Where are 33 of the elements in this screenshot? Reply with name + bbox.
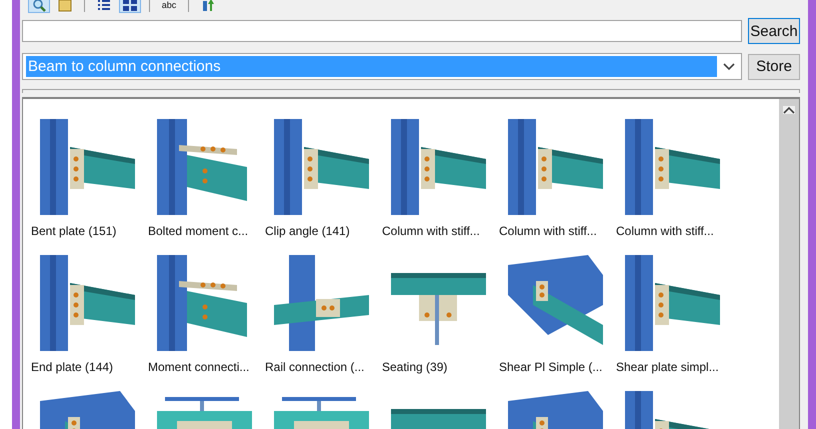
list-view-icon <box>96 0 112 13</box>
beam-column-connection-drawing[interactable] <box>40 119 135 215</box>
connection-label: Clip angle (141) <box>265 224 350 238</box>
beam-column-connection-drawing[interactable] <box>274 119 369 215</box>
search-button[interactable]: Search <box>748 18 800 44</box>
connection-label: Column with stiff... <box>616 224 714 238</box>
spelling-button[interactable]: abc <box>158 0 180 12</box>
connection-label: Column with stiff... <box>382 224 480 238</box>
beam-column-connection-drawing[interactable] <box>391 119 486 215</box>
connection-label: Rail connection (... <box>265 360 364 374</box>
connection-label: Bent plate (151) <box>31 224 116 238</box>
connection-label: Column with stiff... <box>499 224 597 238</box>
scroll-up-icon[interactable] <box>783 106 795 114</box>
search-field[interactable] <box>22 20 742 42</box>
magnifier-icon <box>31 0 47 13</box>
connection-label: Shear plate simpl... <box>616 360 719 374</box>
connection-label: Moment connecti... <box>148 360 250 374</box>
tiles-button[interactable] <box>119 0 141 12</box>
beam-column-connection-drawing[interactable] <box>274 255 369 351</box>
connection-label: Seating (39) <box>382 360 448 374</box>
vertical-scrollbar[interactable] <box>778 99 799 429</box>
connection-label: End plate (144) <box>31 360 114 374</box>
tile-view-icon <box>122 0 138 13</box>
beam-column-connection-drawing[interactable] <box>508 119 603 215</box>
folder-icon <box>57 0 73 13</box>
beam-column-connection-drawing[interactable] <box>40 255 135 351</box>
connection-label: Bolted moment c... <box>148 224 248 238</box>
beam-column-connection-drawing[interactable] <box>625 119 720 215</box>
connection-label: Shear Pl Simple (... <box>499 360 602 374</box>
zoom-button[interactable] <box>28 0 50 12</box>
store-button[interactable]: Store <box>748 54 800 80</box>
beam-column-connection-drawing[interactable] <box>625 255 720 351</box>
caret-icon <box>723 62 735 70</box>
